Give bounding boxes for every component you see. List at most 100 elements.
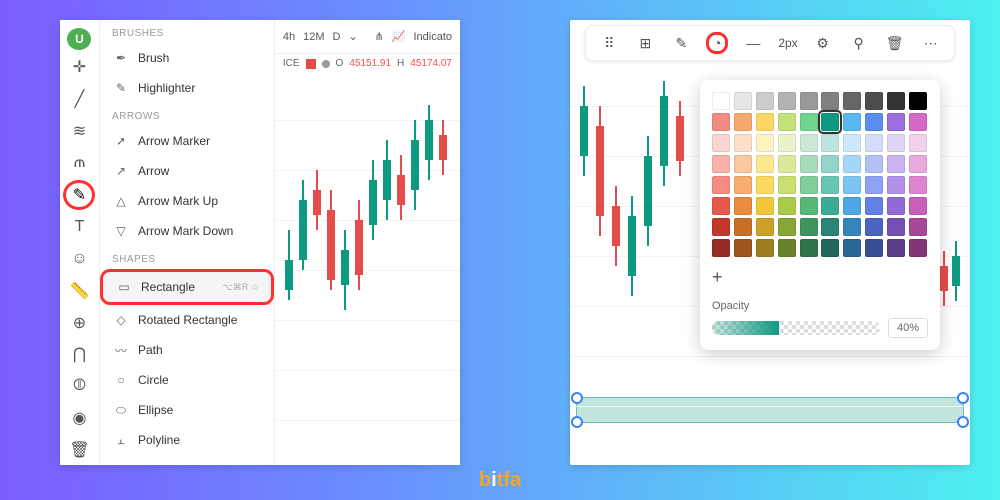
color-swatch[interactable] (821, 176, 839, 194)
menu-path[interactable]: 〰Path (100, 335, 274, 365)
fib-icon[interactable]: ≋ (63, 116, 95, 146)
tf-12m[interactable]: 12M (303, 31, 324, 43)
user-avatar[interactable]: U (67, 28, 91, 50)
indicators-label[interactable]: Indicato (413, 31, 452, 43)
color-swatch[interactable] (843, 239, 861, 257)
trash-icon[interactable]: 🗑 (63, 435, 95, 465)
menu-arrow[interactable]: ↗Arrow (100, 156, 274, 186)
color-swatch[interactable] (843, 197, 861, 215)
drawn-rectangle[interactable] (576, 397, 964, 423)
color-swatch[interactable] (778, 176, 796, 194)
color-swatch[interactable] (909, 113, 927, 131)
add-color-button[interactable]: + (712, 267, 928, 288)
left-candles[interactable] (275, 80, 460, 465)
menu-highlighter[interactable]: ✎Highlighter (100, 73, 274, 103)
color-swatch[interactable] (712, 218, 730, 236)
color-swatch[interactable] (734, 197, 752, 215)
color-swatch[interactable] (865, 155, 883, 173)
color-swatch[interactable] (821, 113, 839, 131)
color-swatch[interactable] (756, 134, 774, 152)
color-swatch[interactable] (887, 218, 905, 236)
color-swatch[interactable] (756, 239, 774, 257)
color-swatch[interactable] (800, 134, 818, 152)
color-swatch[interactable] (865, 113, 883, 131)
color-swatch[interactable] (887, 134, 905, 152)
menu-brush[interactable]: ✒Brush (100, 43, 274, 73)
color-swatch[interactable] (821, 197, 839, 215)
color-swatch[interactable] (756, 113, 774, 131)
color-swatch[interactable] (778, 239, 796, 257)
color-swatch[interactable] (865, 176, 883, 194)
color-swatch[interactable] (821, 218, 839, 236)
crosshair-icon[interactable]: ✛ (63, 52, 95, 82)
color-swatch[interactable] (843, 155, 861, 173)
color-swatch[interactable] (800, 197, 818, 215)
color-swatch[interactable] (734, 134, 752, 152)
color-swatch[interactable] (843, 218, 861, 236)
color-swatch[interactable] (909, 134, 927, 152)
color-swatch[interactable] (734, 92, 752, 110)
color-swatch[interactable] (843, 176, 861, 194)
color-swatch[interactable] (756, 176, 774, 194)
color-swatch[interactable] (712, 197, 730, 215)
color-swatch[interactable] (734, 176, 752, 194)
color-swatch[interactable] (800, 239, 818, 257)
color-swatch[interactable] (778, 134, 796, 152)
resize-handle[interactable] (957, 416, 969, 428)
line-icon[interactable]: — (742, 32, 764, 54)
color-swatch[interactable] (756, 92, 774, 110)
color-swatch[interactable] (865, 239, 883, 257)
fill-color-icon[interactable]: ◔ (706, 32, 728, 54)
drag-handle-icon[interactable]: ⠿ (598, 32, 620, 54)
color-swatch[interactable] (821, 134, 839, 152)
menu-arrow-marker[interactable]: ➚Arrow Marker (100, 126, 274, 156)
brush-tool-icon[interactable]: ✎ (63, 180, 95, 210)
color-swatch[interactable] (712, 239, 730, 257)
color-swatch[interactable] (734, 155, 752, 173)
opacity-value[interactable]: 40% (888, 318, 928, 338)
color-swatch[interactable] (712, 92, 730, 110)
color-swatch[interactable] (887, 92, 905, 110)
template-icon[interactable]: ⊞ (634, 32, 656, 54)
color-swatch[interactable] (909, 197, 927, 215)
menu-polyline[interactable]: ⫠Polyline (100, 425, 274, 455)
opacity-slider[interactable] (712, 321, 880, 335)
color-swatch[interactable] (756, 218, 774, 236)
settings-icon[interactable]: ⚙ (812, 32, 834, 54)
color-swatch[interactable] (756, 155, 774, 173)
resize-handle[interactable] (571, 392, 583, 404)
visibility-icon[interactable]: ◉ (63, 403, 95, 433)
color-swatch[interactable] (734, 113, 752, 131)
color-swatch[interactable] (712, 134, 730, 152)
color-swatch[interactable] (843, 134, 861, 152)
color-swatch[interactable] (778, 92, 796, 110)
resize-handle[interactable] (957, 392, 969, 404)
line-width[interactable]: 2px (778, 36, 797, 50)
indicators-icon[interactable]: 📈 (392, 30, 406, 43)
color-swatch[interactable] (712, 113, 730, 131)
resize-handle[interactable] (571, 416, 583, 428)
color-swatch[interactable] (887, 197, 905, 215)
color-swatch[interactable] (865, 197, 883, 215)
chevron-down-icon[interactable]: ⌄ (348, 30, 357, 43)
color-swatch[interactable] (778, 113, 796, 131)
color-swatch[interactable] (865, 92, 883, 110)
color-swatch[interactable] (887, 155, 905, 173)
color-swatch[interactable] (800, 92, 818, 110)
border-color-icon[interactable]: ✎ (670, 32, 692, 54)
magnet-icon[interactable]: ⋂ (63, 340, 95, 370)
color-swatch[interactable] (843, 113, 861, 131)
color-swatch[interactable] (734, 239, 752, 257)
color-swatch[interactable] (909, 239, 927, 257)
tf-d[interactable]: D (333, 31, 341, 43)
color-swatch[interactable] (843, 92, 861, 110)
color-swatch[interactable] (778, 155, 796, 173)
color-swatch[interactable] (887, 239, 905, 257)
color-swatch[interactable] (800, 176, 818, 194)
color-swatch[interactable] (909, 218, 927, 236)
color-swatch[interactable] (800, 113, 818, 131)
delete-icon[interactable]: 🗑 (884, 32, 906, 54)
color-swatch[interactable] (800, 218, 818, 236)
color-swatch[interactable] (821, 92, 839, 110)
candle-type-icon[interactable]: ⋔ (375, 30, 384, 43)
